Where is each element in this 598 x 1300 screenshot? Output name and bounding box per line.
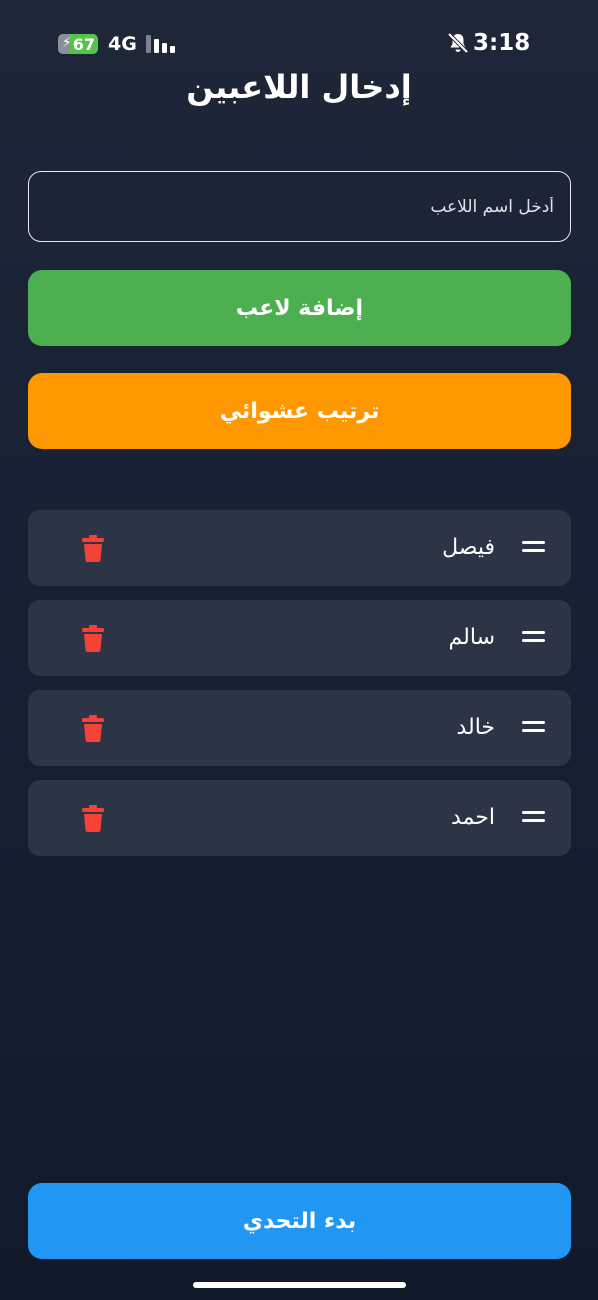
player-name: خالد (456, 715, 495, 740)
status-bar: ⚡ 67 4G 3:18 (0, 0, 598, 70)
clock: 3:18 (473, 30, 531, 56)
drag-handle-icon[interactable] (522, 811, 545, 825)
player-list: فيصل سالم خالد احمد (28, 510, 571, 870)
player-list-item[interactable]: سالم (28, 600, 571, 676)
trash-icon[interactable] (82, 715, 104, 742)
home-indicator[interactable] (193, 1282, 406, 1288)
player-name: فيصل (442, 535, 495, 560)
shuffle-order-button-label: ترتيب عشوائي (219, 398, 380, 424)
drag-handle-icon[interactable] (522, 631, 545, 645)
player-name: سالم (448, 625, 495, 650)
player-list-item[interactable]: خالد (28, 690, 571, 766)
player-name: احمد (451, 805, 495, 830)
drag-handle-icon[interactable] (522, 721, 545, 735)
add-player-button[interactable]: إضافة لاعب (28, 270, 571, 346)
battery-level: 67 (72, 34, 95, 54)
player-list-item[interactable]: فيصل (28, 510, 571, 586)
silent-mode-icon (447, 32, 469, 54)
trash-icon[interactable] (82, 805, 104, 832)
player-list-item[interactable]: احمد (28, 780, 571, 856)
page-title: إدخال اللاعبين (186, 68, 412, 106)
start-challenge-button[interactable]: بدء التحدي (28, 1183, 571, 1259)
drag-handle-icon[interactable] (522, 541, 545, 555)
cellular-signal-icon (146, 35, 176, 53)
trash-icon[interactable] (82, 625, 104, 652)
player-name-input[interactable] (28, 171, 571, 242)
trash-icon[interactable] (82, 535, 104, 562)
start-challenge-button-label: بدء التحدي (242, 1208, 357, 1234)
shuffle-order-button[interactable]: ترتيب عشوائي (28, 373, 571, 449)
network-type: 4G (108, 33, 137, 55)
battery-charging-icon: ⚡ 67 (58, 34, 98, 54)
add-player-button-label: إضافة لاعب (235, 295, 364, 321)
